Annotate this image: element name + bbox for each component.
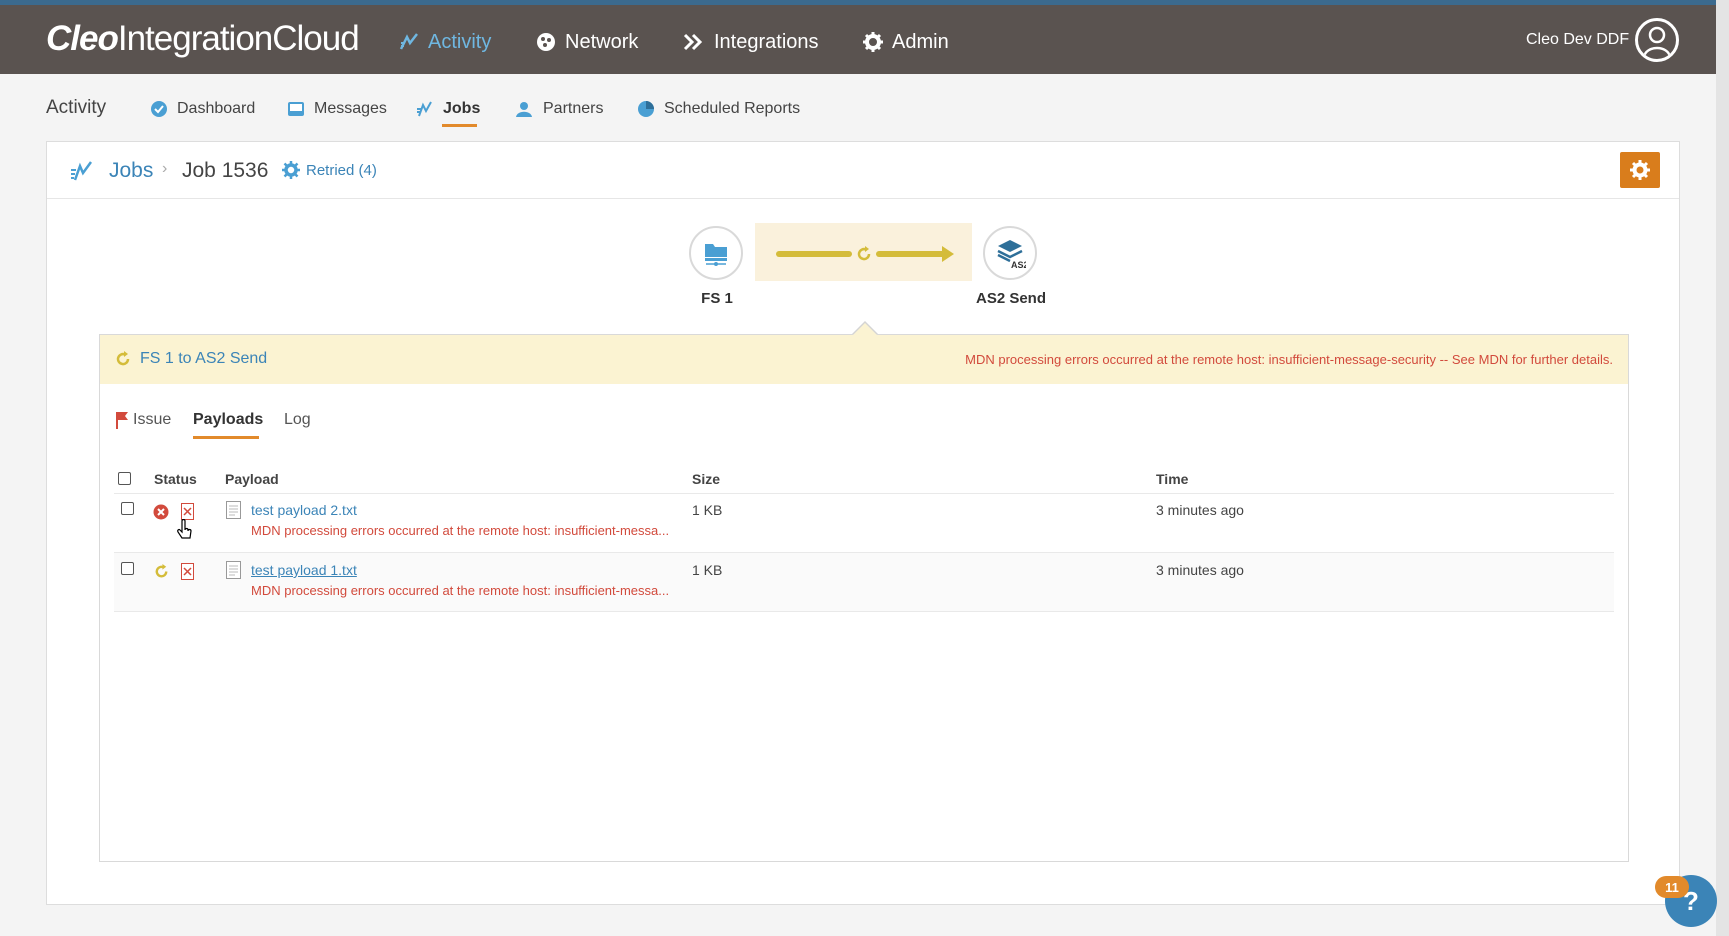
cancel-file-icon[interactable] xyxy=(181,563,194,580)
detail-header: FS 1 to AS2 Send MDN processing errors o… xyxy=(100,335,1628,384)
section-title: Activity xyxy=(46,97,107,118)
jobs-icon xyxy=(71,161,93,181)
settings-button[interactable] xyxy=(1620,152,1660,188)
breadcrumb-separator-icon: › xyxy=(162,160,168,177)
target-node-as2-send[interactable]: AS2 xyxy=(983,226,1037,280)
arrow-head-icon xyxy=(942,246,954,262)
file-icon xyxy=(226,561,241,579)
subnav-messages[interactable]: Messages xyxy=(287,98,387,120)
row-checkbox[interactable] xyxy=(121,502,134,515)
nav-admin[interactable]: Admin xyxy=(862,25,949,59)
subnav-partners[interactable]: Partners xyxy=(514,98,603,120)
breadcrumb-current-job: Job 1536 xyxy=(182,159,269,182)
source-node-fs1[interactable] xyxy=(689,226,743,280)
window-edge xyxy=(1716,0,1729,936)
detail-error-message: MDN processing errors occurred at the re… xyxy=(965,352,1613,367)
network-icon xyxy=(537,33,555,51)
tab-payloads[interactable]: Payloads xyxy=(193,411,263,429)
avatar[interactable] xyxy=(1635,18,1679,62)
column-header-status[interactable]: Status xyxy=(154,471,197,487)
cursor-hand-icon xyxy=(177,519,192,539)
top-bar: CleoIntegrationCloud Activity Network In… xyxy=(0,0,1729,74)
app-logo[interactable]: CleoIntegrationCloud xyxy=(46,19,360,59)
panel-header: Jobs › Job 1536 Retried (4) xyxy=(47,142,1679,199)
detail-pointer-fill xyxy=(853,323,877,335)
payload-error-text: MDN processing errors occurred at the re… xyxy=(251,523,670,538)
payload-size: 1 KB xyxy=(692,562,723,578)
column-header-time[interactable]: Time xyxy=(1156,471,1188,487)
subnav-dashboard[interactable]: Dashboard xyxy=(150,98,255,120)
subnav-scheduled-reports[interactable]: Scheduled Reports xyxy=(637,98,800,120)
row-checkbox[interactable] xyxy=(121,562,134,575)
user-name[interactable]: Cleo Dev DDF xyxy=(1526,31,1629,49)
integrations-icon xyxy=(683,33,703,51)
svg-text:AS2: AS2 xyxy=(1011,260,1026,269)
job-status-badge[interactable]: Retried (4) xyxy=(281,160,377,180)
nav-network[interactable]: Network xyxy=(535,25,638,59)
gear-icon xyxy=(1630,160,1650,180)
payload-size: 1 KB xyxy=(692,502,723,518)
tab-issue[interactable]: Issue xyxy=(115,411,171,429)
file-icon xyxy=(226,501,241,519)
flow-arrow-left xyxy=(776,251,852,257)
target-node-label: AS2 Send xyxy=(975,290,1047,307)
retry-status-icon xyxy=(155,563,168,578)
detail-title: FS 1 to AS2 Send xyxy=(114,350,267,368)
payload-error-text: MDN processing errors occurred at the re… xyxy=(251,583,670,598)
select-all-checkbox[interactable] xyxy=(118,472,131,485)
table-divider xyxy=(114,493,1614,494)
reports-icon xyxy=(638,101,654,117)
connection-detail-panel: FS 1 to AS2 Send MDN processing errors o… xyxy=(99,334,1629,862)
flow-arrow-right xyxy=(876,251,946,257)
retry-gear-icon xyxy=(282,161,300,179)
activity-icon xyxy=(399,33,418,50)
nav-activity[interactable]: Activity xyxy=(398,25,491,59)
payload-time: 3 minutes ago xyxy=(1156,562,1244,578)
inbox-icon xyxy=(288,102,304,116)
column-header-size[interactable]: Size xyxy=(692,471,720,487)
payload-link[interactable]: test payload 2.txt xyxy=(251,502,357,518)
flag-icon xyxy=(116,412,128,429)
subnav-jobs[interactable]: Jobs xyxy=(416,98,480,120)
source-node-label: FS 1 xyxy=(701,290,733,307)
partners-icon xyxy=(516,102,532,117)
payload-time: 3 minutes ago xyxy=(1156,502,1244,518)
error-status-icon xyxy=(153,504,169,520)
as2-stack-icon: AS2 xyxy=(997,240,1026,269)
table-divider xyxy=(114,611,1614,612)
retry-icon xyxy=(857,246,871,261)
cancel-file-icon[interactable] xyxy=(181,503,194,520)
user-icon xyxy=(1642,26,1672,58)
tab-log[interactable]: Log xyxy=(284,411,311,429)
nav-integrations[interactable]: Integrations xyxy=(682,25,819,59)
retry-icon xyxy=(116,351,130,366)
folder-server-icon xyxy=(705,244,727,266)
active-tab-indicator xyxy=(193,436,259,439)
payload-link[interactable]: test payload 1.txt xyxy=(251,562,357,578)
gear-icon xyxy=(863,32,883,52)
active-tab-indicator xyxy=(442,124,477,127)
jobs-icon xyxy=(417,101,432,117)
column-header-payload[interactable]: Payload xyxy=(225,471,279,487)
help-notification-badge: 11 xyxy=(1655,876,1689,898)
dashboard-icon xyxy=(151,101,167,117)
breadcrumb-jobs-link[interactable]: Jobs xyxy=(109,159,153,183)
